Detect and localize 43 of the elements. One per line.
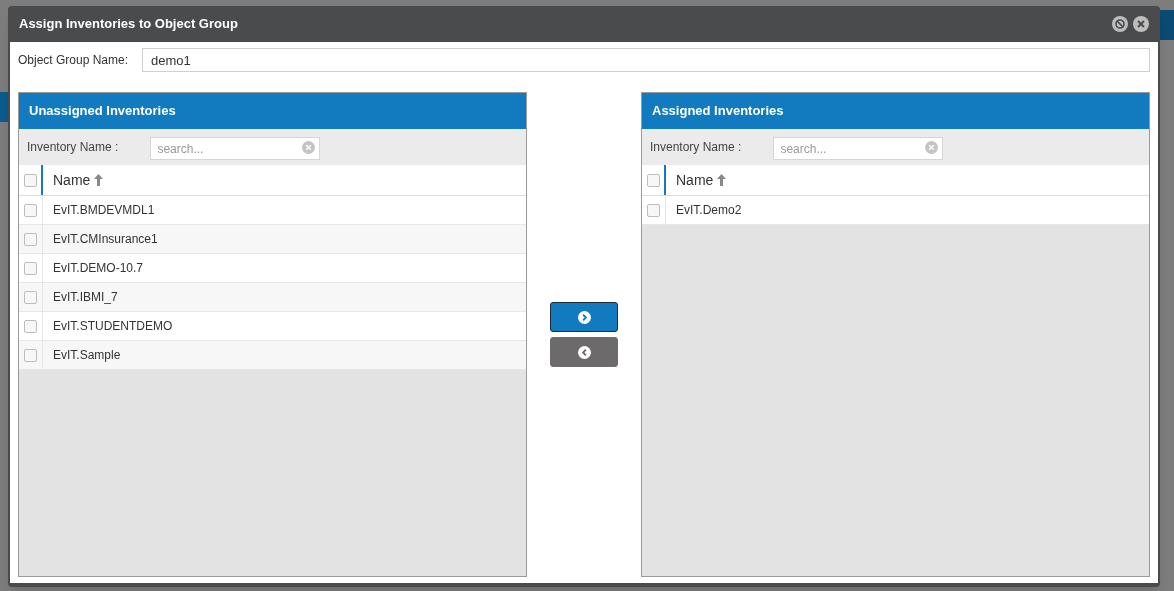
inventory-name: EvIT.Demo2 <box>676 202 742 219</box>
window-title: Assign Inventories to Object Group <box>19 15 239 34</box>
inventory-name: EvIT.CMInsurance1 <box>53 231 158 248</box>
table-row[interactable]: EvIT.Sample <box>19 341 526 370</box>
table-row[interactable]: EvIT.CMInsurance1 <box>19 225 526 254</box>
inventory-name: EvIT.BMDEVMDL1 <box>53 202 155 219</box>
panel-title: Unassigned Inventories <box>29 102 176 121</box>
inventory-name: EvIT.Sample <box>53 347 121 364</box>
checkbox[interactable] <box>24 203 37 217</box>
group-name-field[interactable]: demo1 <box>142 48 1150 72</box>
inventory-name: EvIT.DEMO-10.7 <box>53 260 144 277</box>
table-row[interactable]: EvIT.IBMI_7 <box>19 283 526 312</box>
sort-up-icon <box>94 174 104 186</box>
inventory-name: EvIT.IBMI_7 <box>53 289 118 306</box>
filter-label: Inventory Name : <box>27 139 119 156</box>
search-field[interactable]: search... <box>773 137 944 160</box>
clear-icon[interactable] <box>302 140 316 154</box>
inventory-name: EvIT.STUDENTDEMO <box>53 318 173 335</box>
table-row[interactable]: EvIT.BMDEVMDL1 <box>19 196 526 225</box>
table-row[interactable]: EvIT.STUDENTDEMO <box>19 312 526 341</box>
no-entry-icon[interactable] <box>1112 16 1128 32</box>
column-header[interactable]: Name <box>53 169 104 191</box>
chevron-right-icon <box>577 310 591 324</box>
field-label: Object Group Name: <box>18 52 129 69</box>
checkbox[interactable] <box>24 232 37 246</box>
column-header[interactable]: Name <box>676 169 727 191</box>
checkbox[interactable] <box>646 173 660 187</box>
table-row[interactable]: EvIT.DEMO-10.7 <box>19 254 526 283</box>
filter-label: Inventory Name : <box>650 139 742 156</box>
checkbox[interactable] <box>24 348 37 362</box>
checkbox[interactable] <box>647 203 660 217</box>
chevron-left-icon <box>577 345 591 359</box>
panel-title: Assigned Inventories <box>652 102 784 121</box>
assign-button[interactable] <box>550 302 618 332</box>
checkbox[interactable] <box>24 319 37 333</box>
sort-up-icon <box>717 174 727 186</box>
close-icon[interactable] <box>1133 16 1149 32</box>
checkbox[interactable] <box>24 261 37 275</box>
checkbox[interactable] <box>24 290 37 304</box>
table-row[interactable]: EvIT.Demo2 <box>642 196 1149 225</box>
search-field[interactable]: search... <box>150 137 321 160</box>
clear-icon[interactable] <box>925 140 939 154</box>
checkbox[interactable] <box>23 173 37 187</box>
